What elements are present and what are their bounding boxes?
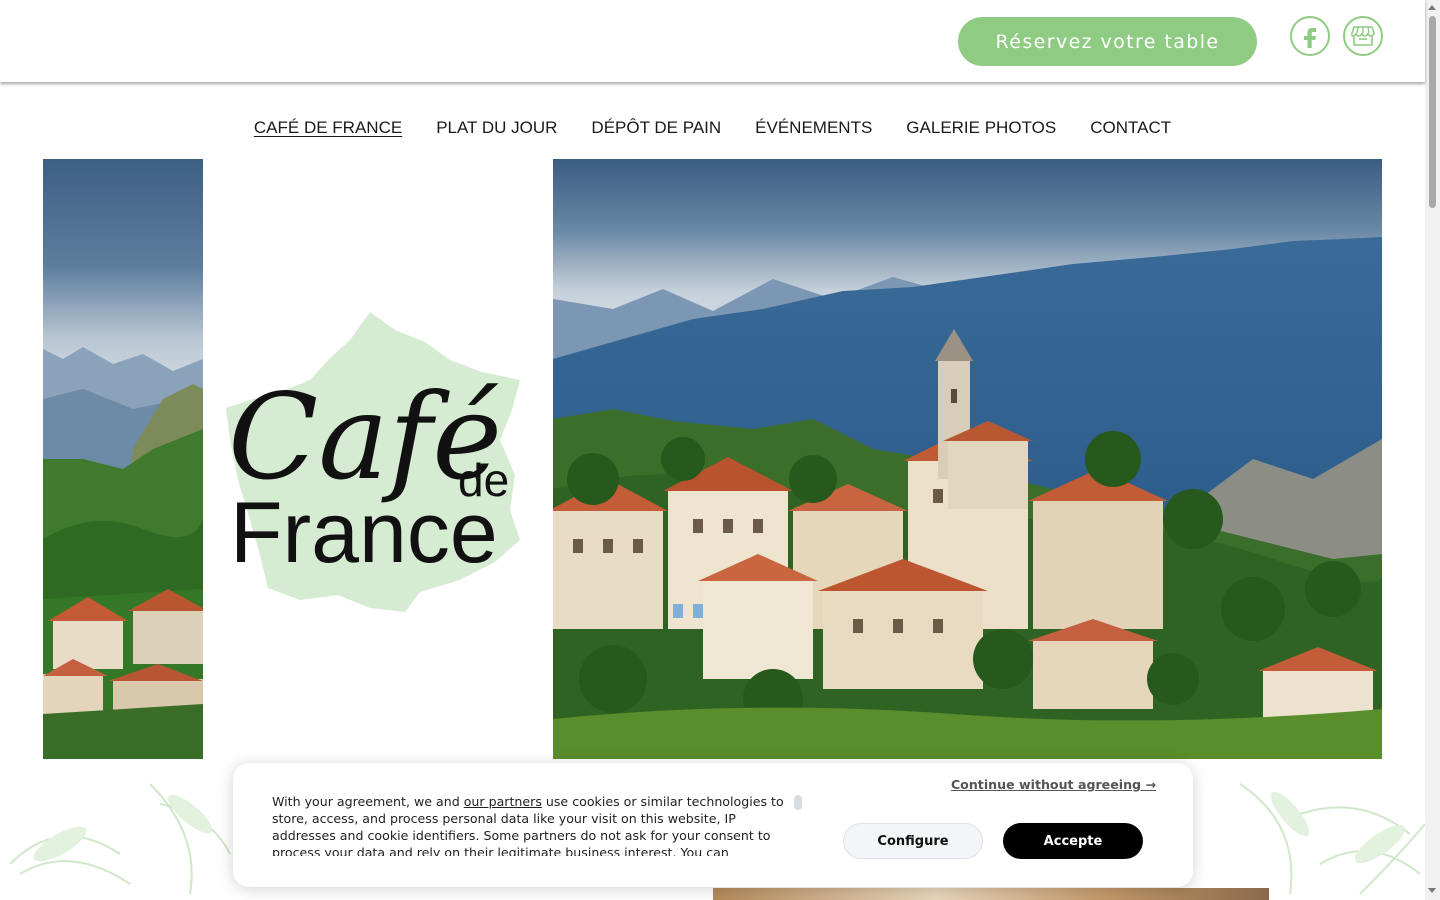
storefront-icon — [1351, 26, 1375, 46]
page-scrollbar[interactable] — [1425, 0, 1440, 900]
our-partners-link[interactable]: our partners — [464, 794, 542, 809]
main-nav: CAFÉ DE FRANCE PLAT DU JOUR DÉPÔT DE PAI… — [0, 114, 1425, 142]
scrollbar-thumb[interactable] — [1429, 16, 1436, 208]
cookie-text-part-1: With your agreement, we and — [272, 794, 464, 809]
storefront-link[interactable] — [1343, 16, 1383, 56]
logo-word-france: France — [230, 485, 498, 581]
accept-button[interactable]: Accepte — [1003, 823, 1143, 859]
nav-item-evenements[interactable]: ÉVÉNEMENTS — [755, 114, 872, 142]
cookie-consent-banner: Continue without agreeing → With your ag… — [233, 763, 1193, 887]
hero-image-left — [43, 159, 203, 759]
nav-item-depot-de-pain[interactable]: DÉPÔT DE PAIN — [591, 114, 721, 142]
cookie-consent-text: With your agreement, we and our partners… — [272, 793, 797, 856]
facebook-link[interactable] — [1290, 16, 1330, 56]
cookie-text-scrollbar[interactable] — [794, 795, 802, 810]
nav-item-contact[interactable]: CONTACT — [1090, 114, 1171, 142]
configure-button[interactable]: Configure — [843, 823, 983, 859]
cafe-de-france-logo: Café de France — [220, 300, 530, 620]
continue-without-agreeing-link[interactable]: Continue without agreeing → — [951, 777, 1156, 792]
nav-item-galerie-photos[interactable]: GALERIE PHOTOS — [906, 114, 1056, 142]
facebook-icon — [1304, 28, 1316, 48]
hero-image-village — [553, 159, 1382, 759]
nav-item-cafe-de-france[interactable]: CAFÉ DE FRANCE — [254, 114, 402, 142]
scroll-down-arrow-icon[interactable] — [1428, 888, 1436, 893]
reserve-table-button[interactable]: Réservez votre table — [958, 17, 1257, 66]
lower-section-image — [713, 888, 1269, 900]
top-header: Réservez votre table — [0, 0, 1425, 82]
scroll-up-arrow-icon[interactable] — [1428, 5, 1436, 10]
nav-item-plat-du-jour[interactable]: PLAT DU JOUR — [436, 114, 557, 142]
